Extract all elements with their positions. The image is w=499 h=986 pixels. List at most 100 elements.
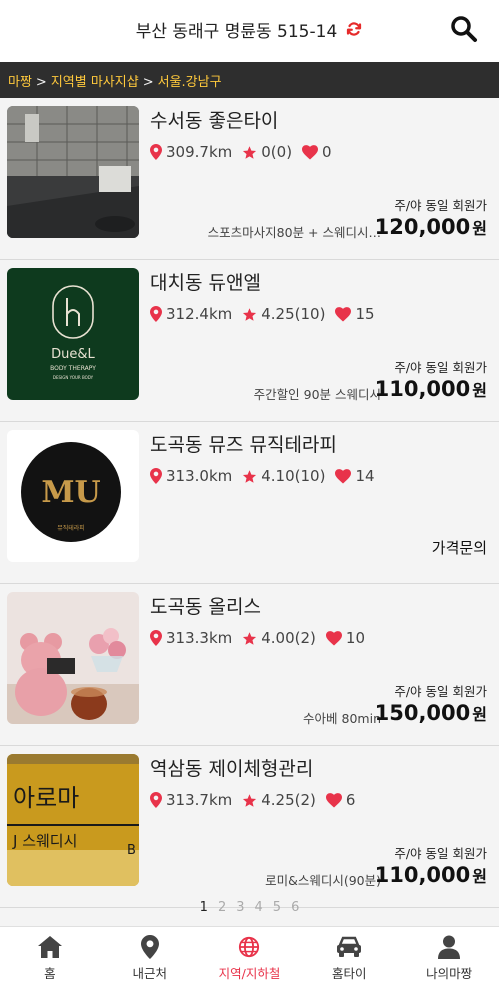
shop-name[interactable]: 도곡동 올리스 [150,592,261,619]
list-item[interactable]: MU 뮤직테라피 도곡동 뮤즈 뮤직테라피 313.0km 4.10(10) 1… [0,422,499,584]
price-note: 주/야 동일 회원가 [394,360,487,375]
likes-count: 15 [355,305,375,323]
course-description: 주간할인 90분 스웨디시 [253,387,381,402]
shop-meta: 312.4km 4.25(10) 15 [150,305,385,323]
breadcrumb-region[interactable]: 지역별 마사지샵 [51,75,139,90]
refresh-icon[interactable] [345,20,363,43]
tab-hometai[interactable]: 홈타이 [299,927,399,986]
price: 150,000 원 [374,701,487,725]
shop-meta: 313.0km 4.10(10) 14 [150,467,385,485]
price-note: 주/야 동일 회원가 [394,198,487,213]
location-pin-icon [150,306,162,322]
distance: 313.3km [166,629,233,647]
duel-brand: Due&L [51,347,95,362]
list-item[interactable]: Due&L BODY THERAPY DESIGN YOUR BODY 대치동 … [0,260,499,422]
course-description: 수아베 80min [303,711,381,726]
muse-brand: MU [41,475,100,510]
star-icon [243,631,257,645]
tab-my-page[interactable]: 나의마짱 [399,927,499,986]
shop-list: 수서동 좋은타이 309.7km 0(0) 0 주/야 동일 회원가 스포츠마사… [0,98,499,908]
likes-count: 10 [345,629,365,647]
location-pin-icon [150,630,162,646]
page-link-6[interactable]: 6 [291,900,299,915]
muse-small: 뮤직테라피 [57,524,85,532]
shop-thumbnail[interactable]: 아로마 J 스웨디시 B [7,754,139,886]
breadcrumb-separator: > [35,75,47,90]
bottom-tab-bar: 홈 내근처 지역/지하철 홈타이 나의마짱 [0,926,499,986]
shop-meta: 309.7km 0(0) 0 [150,143,342,161]
list-item[interactable]: 수서동 좋은타이 309.7km 0(0) 0 주/야 동일 회원가 스포츠마사… [0,98,499,260]
distance: 313.7km [166,791,233,809]
tab-label: 지역/지하철 [218,966,281,981]
tab-region-subway[interactable]: 지역/지하철 [200,927,300,986]
tab-nearby[interactable]: 내근처 [100,927,200,986]
price-inquiry: 가격문의 [431,539,487,557]
heart-icon [335,468,352,483]
shop-thumbnail[interactable] [7,592,139,724]
jsign-line1: 아로마 [13,784,79,812]
shop-thumbnail[interactable]: Due&L BODY THERAPY DESIGN YOUR BODY [7,268,139,400]
jsign-extra: B [127,843,136,858]
page-link-4[interactable]: 4 [255,900,263,915]
page-link-5[interactable]: 5 [273,900,281,915]
search-icon[interactable] [449,14,479,44]
shop-meta: 313.7km 4.25(2) 6 [150,791,365,809]
list-item[interactable]: 도곡동 올리스 313.3km 4.00(2) 10 주/야 동일 회원가 수아… [0,584,499,746]
list-item[interactable]: 아로마 J 스웨디시 B 역삼동 제이체형관리 313.7km 4.25(2) … [0,746,499,908]
shop-name[interactable]: 대치동 듀앤엘 [150,268,261,295]
car-icon [299,935,399,959]
rating: 0(0) [261,143,293,161]
distance: 312.4km [166,305,233,323]
tab-label: 홈 [44,966,56,981]
location-pin-icon [150,468,162,484]
current-location[interactable]: 부산 동래구 명륜동 515-14 [0,17,499,43]
location-pin-icon [150,792,162,808]
rating: 4.00(2) [261,629,316,647]
shop-name[interactable]: 도곡동 뮤즈 뮤직테라피 [150,430,337,457]
page-link-1[interactable]: 1 [200,900,208,915]
star-icon [243,469,257,483]
shop-thumbnail[interactable]: MU 뮤직테라피 [7,430,139,562]
shop-thumbnail[interactable] [7,106,139,238]
tab-label: 홈타이 [332,966,367,981]
rating: 4.25(2) [261,791,316,809]
duel-tagline: BODY THERAPY [50,365,96,372]
rating: 4.25(10) [261,305,326,323]
page-link-3[interactable]: 3 [236,900,244,915]
page-link-2[interactable]: 2 [218,900,226,915]
globe-icon [200,935,300,959]
shop-meta: 313.3km 4.00(2) 10 [150,629,375,647]
tab-home[interactable]: 홈 [0,927,100,986]
duel-small: DESIGN YOUR BODY [53,375,94,380]
price: 120,000 원 [374,215,487,239]
tab-label: 내근처 [132,966,167,981]
shop-name[interactable]: 역삼동 제이체형관리 [150,754,313,781]
likes-count: 6 [345,791,356,809]
breadcrumb-separator: > [142,75,154,90]
star-icon [243,145,257,159]
jsign-line2: J 스웨디시 [12,832,77,850]
heart-icon [335,306,352,321]
top-header: 부산 동래구 명륜동 515-14 [0,0,499,62]
course-description: 스포츠마사지80분 + 스웨디시… [207,225,381,240]
rating: 4.10(10) [261,467,326,485]
course-description: 로미&스웨디시(90분) [265,873,381,888]
price: 110,000 원 [374,377,487,401]
breadcrumb-home[interactable]: 마짱 [8,75,32,90]
price-note: 주/야 동일 회원가 [394,684,487,699]
shop-name[interactable]: 수서동 좋은타이 [150,106,278,133]
home-icon [0,935,100,959]
heart-icon [325,792,342,807]
price: 110,000 원 [374,863,487,887]
star-icon [243,307,257,321]
breadcrumb-current[interactable]: 서울.강남구 [158,75,222,90]
price-note: 주/야 동일 회원가 [394,846,487,861]
heart-icon [302,144,319,159]
user-icon [399,935,499,959]
location-text[interactable]: 부산 동래구 명륜동 515-14 [136,22,338,42]
distance: 309.7km [166,143,233,161]
distance: 313.0km [166,467,233,485]
location-pin-icon [100,935,200,959]
likes-count: 14 [355,467,375,485]
tab-label: 나의마짱 [426,966,473,981]
